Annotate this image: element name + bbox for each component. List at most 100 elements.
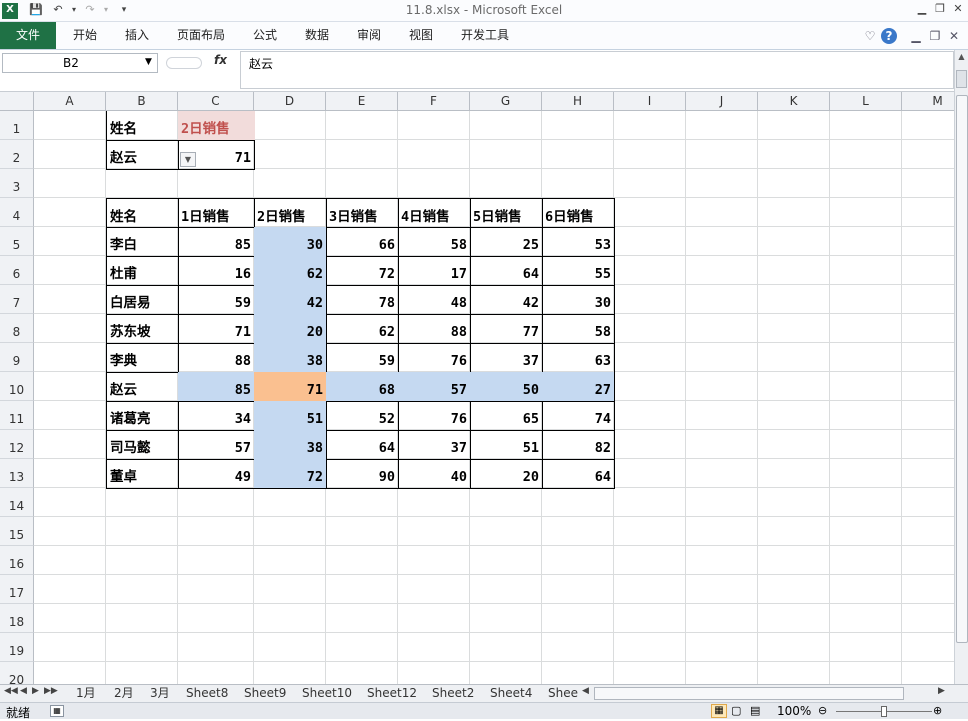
restore-icon[interactable]: ❐ [932, 2, 948, 16]
table-header[interactable]: 6日销售 [542, 198, 615, 228]
sheet-tab[interactable]: Sheet2 [428, 685, 478, 702]
table-value-cell[interactable]: 74 [542, 401, 615, 431]
lookup-name-header[interactable]: 姓名 [106, 111, 179, 141]
table-name-cell[interactable]: 李典 [106, 343, 179, 373]
tab-data[interactable]: 数据 [305, 22, 329, 49]
workbook-restore-icon[interactable]: ❐ [927, 28, 943, 44]
column-header[interactable]: F [398, 92, 470, 111]
row-header[interactable]: 15 [0, 517, 34, 546]
column-header[interactable]: L [830, 92, 902, 111]
row-header[interactable]: 14 [0, 488, 34, 517]
table-value-cell[interactable]: 57 [178, 430, 255, 460]
table-value-cell[interactable]: 63 [542, 343, 615, 373]
table-value-cell[interactable]: 42 [470, 285, 543, 315]
table-header[interactable]: 5日销售 [470, 198, 543, 228]
row-header[interactable]: 3 [0, 169, 34, 198]
table-value-cell[interactable]: 76 [398, 401, 471, 431]
zoom-slider-thumb[interactable] [881, 706, 887, 717]
table-value-cell[interactable]: 88 [398, 314, 471, 344]
row-header[interactable]: 20 [0, 662, 34, 684]
sheet-tab[interactable]: Sheet12 [363, 685, 421, 702]
table-value-cell[interactable]: 27 [542, 372, 615, 402]
column-header[interactable]: A [34, 92, 106, 111]
table-value-cell[interactable]: 48 [398, 285, 471, 315]
table-value-cell[interactable]: 58 [542, 314, 615, 344]
table-value-cell[interactable]: 50 [470, 372, 543, 402]
sheet-nav-first-icon[interactable]: ◀◀ [4, 686, 18, 696]
table-value-cell[interactable]: 62 [326, 314, 399, 344]
sheet-tab[interactable]: Sheet9 [240, 685, 290, 702]
table-value-cell[interactable]: 64 [326, 430, 399, 460]
table-value-cell[interactable]: 77 [470, 314, 543, 344]
table-value-cell[interactable]: 62 [254, 256, 327, 286]
workbook-minimize-icon[interactable]: ▁ [908, 28, 924, 44]
data-validation-dropdown-icon[interactable]: ▼ [180, 152, 196, 167]
table-value-cell[interactable]: 37 [470, 343, 543, 373]
name-box-dropdown-icon[interactable]: ▼ [145, 57, 152, 67]
table-value-cell[interactable]: 37 [398, 430, 471, 460]
table-header[interactable]: 姓名 [106, 198, 179, 228]
row-header[interactable]: 9 [0, 343, 34, 372]
table-value-cell[interactable]: 72 [326, 256, 399, 286]
tab-insert[interactable]: 插入 [125, 22, 149, 49]
table-value-cell[interactable]: 68 [326, 372, 399, 402]
sheet-tab[interactable]: Sheet4 [486, 685, 536, 702]
ribbon-collapse-icon[interactable]: ♡ [862, 28, 878, 44]
page-layout-view-icon[interactable]: ▢ [731, 704, 741, 717]
table-value-cell[interactable]: 38 [254, 430, 327, 460]
sheet-tab[interactable]: Sheet10 [298, 685, 356, 702]
table-value-cell[interactable]: 90 [326, 459, 399, 489]
table-value-cell[interactable]: 85 [178, 372, 255, 402]
row-header[interactable]: 2 [0, 140, 34, 169]
table-value-cell[interactable]: 38 [254, 343, 327, 373]
table-value-cell[interactable]: 49 [178, 459, 255, 489]
column-header[interactable]: M [902, 92, 954, 111]
sheet-nav-next-icon[interactable]: ▶ [32, 686, 39, 696]
table-header[interactable]: 4日销售 [398, 198, 471, 228]
column-header[interactable]: B [106, 92, 178, 111]
page-break-view-icon[interactable]: ▤ [750, 704, 760, 717]
table-value-cell[interactable]: 58 [398, 227, 471, 257]
formula-input[interactable]: 赵云 [240, 51, 954, 89]
tab-view[interactable]: 视图 [409, 22, 433, 49]
help-icon[interactable]: ? [881, 28, 897, 44]
row-header[interactable]: 7 [0, 285, 34, 314]
table-value-cell[interactable]: 40 [398, 459, 471, 489]
table-header[interactable]: 1日销售 [178, 198, 255, 228]
column-header[interactable]: J [686, 92, 758, 111]
normal-view-icon[interactable]: ▦ [711, 704, 727, 718]
column-header[interactable]: C [178, 92, 254, 111]
table-value-cell[interactable]: 17 [398, 256, 471, 286]
close-icon[interactable]: ✕ [950, 2, 966, 16]
worksheet-grid[interactable]: ABCDEFGHIJKLM 1 2 3 4 5 6 7 8 9 10 11 12 13 14 15 16 17 1… [0, 92, 954, 684]
column-header[interactable]: E [326, 92, 398, 111]
table-value-cell[interactable]: 76 [398, 343, 471, 373]
sheet-tab[interactable]: Shee [544, 685, 578, 702]
row-header[interactable]: 17 [0, 575, 34, 604]
formula-bar-resize-handle[interactable] [166, 57, 202, 69]
table-value-cell[interactable]: 82 [542, 430, 615, 460]
table-value-cell[interactable]: 65 [470, 401, 543, 431]
file-tab[interactable]: 文件 [0, 22, 56, 49]
table-value-cell[interactable]: 88 [178, 343, 255, 373]
zoom-level[interactable]: 100% [777, 704, 811, 718]
split-box[interactable] [956, 70, 967, 88]
row-header[interactable]: 13 [0, 459, 34, 488]
table-value-cell[interactable]: 78 [326, 285, 399, 315]
sheet-tab[interactable]: 3月 [146, 685, 174, 702]
column-header[interactable]: K [758, 92, 830, 111]
table-value-cell[interactable]: 85 [178, 227, 255, 257]
workbook-close-icon[interactable]: ✕ [946, 28, 962, 44]
row-header[interactable]: 6 [0, 256, 34, 285]
macro-record-icon[interactable]: ▦ [50, 705, 64, 717]
table-value-cell[interactable]: 52 [326, 401, 399, 431]
table-value-cell[interactable]: 64 [542, 459, 615, 489]
table-name-cell[interactable]: 董卓 [106, 459, 179, 489]
lookup-sales-header[interactable]: 2日销售 [178, 111, 255, 141]
table-value-cell[interactable]: 25 [470, 227, 543, 257]
tab-page-layout[interactable]: 页面布局 [177, 22, 225, 49]
sheet-nav-last-icon[interactable]: ▶▶ [44, 686, 58, 696]
sheet-nav-prev-icon[interactable]: ◀ [20, 686, 27, 696]
table-value-cell[interactable]: 55 [542, 256, 615, 286]
lookup-name-cell[interactable]: 赵云 [106, 140, 179, 170]
